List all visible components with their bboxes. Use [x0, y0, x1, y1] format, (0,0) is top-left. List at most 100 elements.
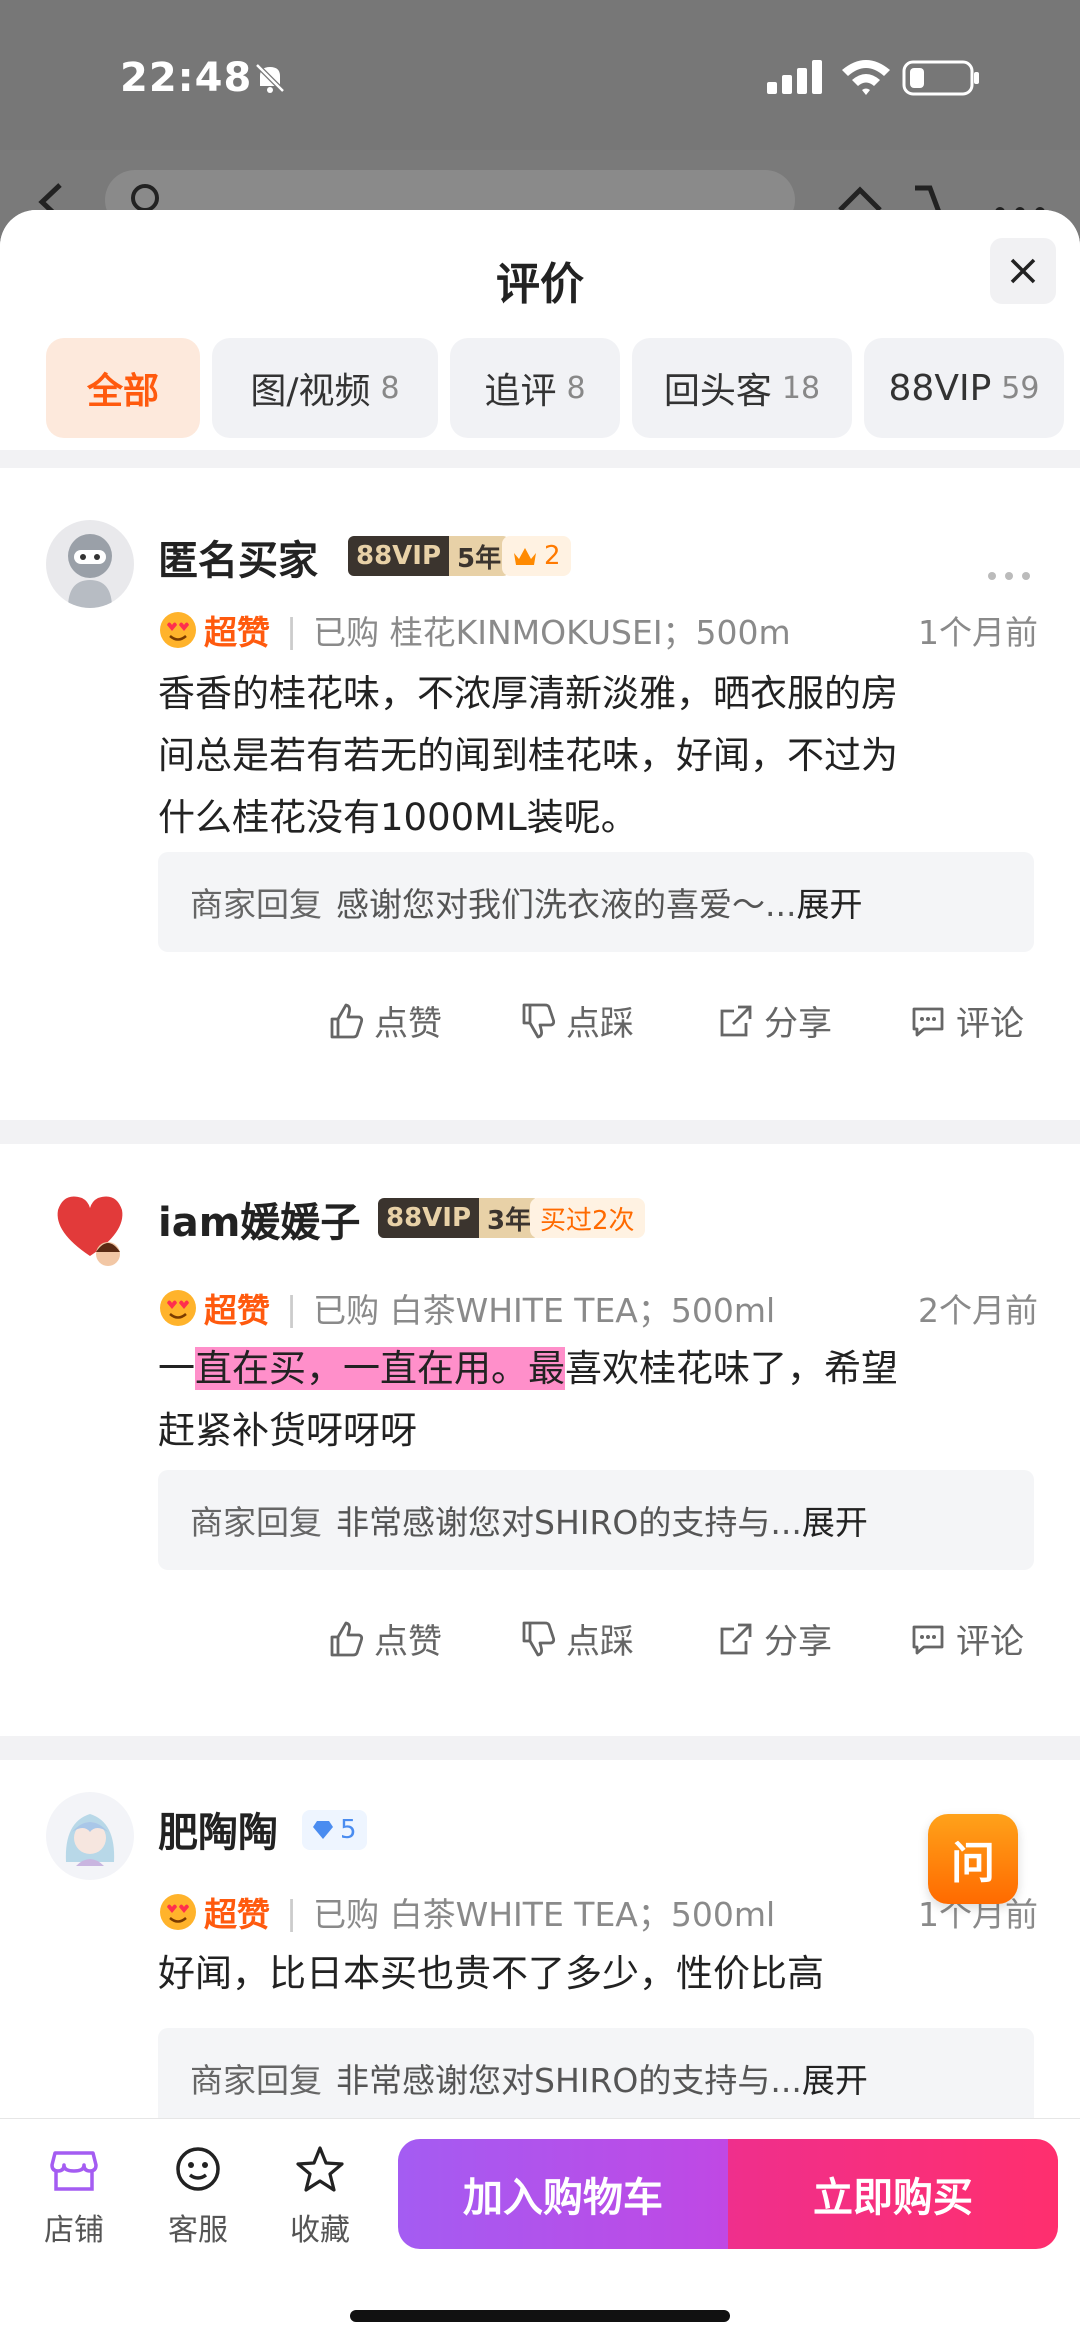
88vip-badge: 88VIP 5年	[348, 536, 510, 576]
share-button[interactable]: 分享	[716, 996, 832, 1045]
comment-label: 评论	[956, 1004, 1024, 1044]
heart-balloon-avatar-icon	[57, 1196, 123, 1266]
tab-follow-up[interactable]: 追评 8	[450, 338, 620, 438]
review-text-segment: 直在买，一直在用。	[195, 1347, 528, 1390]
vip-label: 88VIP	[378, 1198, 480, 1238]
purchased-spec: 已购 桂花KINMOKUSEI；500m	[313, 613, 791, 652]
smiley-chat-icon	[176, 2147, 220, 2191]
home-indicator[interactable]	[350, 2310, 730, 2322]
dislike-label: 点踩	[566, 1004, 634, 1044]
member-level-badge: 2	[502, 536, 571, 576]
like-label: 点赞	[374, 1622, 442, 1662]
reply-label: 商家回复	[190, 1503, 322, 1542]
review-text-segment: 喜欢桂花味了，希望	[565, 1347, 898, 1390]
love-face-icon	[160, 1894, 196, 1930]
sheet-header: 评价 全部 图/视频 8 追评 8 回头客 18 88VIP 59	[0, 210, 1080, 450]
like-button[interactable]: 点赞	[326, 996, 442, 1045]
repeat-label: 买过2次	[540, 1205, 635, 1236]
dislike-button[interactable]: 点踩	[518, 1614, 634, 1663]
purchased-spec: 已购 白茶WHITE TEA；500ml	[313, 1895, 776, 1934]
star-icon	[296, 2146, 344, 2192]
crown-icon	[514, 548, 536, 565]
favorite-button[interactable]: 收藏	[270, 2143, 370, 2249]
store-icon	[50, 2151, 98, 2191]
anonymous-avatar-icon	[68, 534, 112, 608]
add-to-cart-button[interactable]: 加入购物车	[398, 2139, 728, 2249]
add-to-cart-label: 加入购物车	[463, 2175, 663, 2221]
like-label: 点赞	[374, 1004, 442, 1044]
like-button[interactable]: 点赞	[326, 1614, 442, 1663]
gem-level: 5	[340, 1815, 357, 1845]
thumbs-up-icon	[330, 1003, 364, 1038]
diamond-icon	[313, 1821, 333, 1839]
member-level: 2	[544, 541, 561, 571]
share-label: 分享	[764, 1622, 832, 1662]
tab-label: 图/视频	[250, 371, 371, 412]
comment-button[interactable]: 评论	[908, 1614, 1024, 1663]
review-text-line: 香香的桂花味，不浓厚清新淡雅，晒衣服的房	[158, 672, 898, 715]
tab-88vip[interactable]: 88VIP 59	[864, 338, 1064, 438]
rating-label: 超赞	[204, 613, 270, 652]
review-text-line: 赶紧补货呀呀呀	[158, 1409, 417, 1452]
tab-count: 8	[380, 370, 400, 406]
wifi-icon	[842, 60, 890, 95]
reviews-sheet: 评价 全部 图/视频 8 追评 8 回头客 18 88VIP 59 匿名买家 8…	[0, 210, 1080, 2347]
review-text-line: 一直在买，一直在用。最喜欢桂花味了，希望	[158, 1338, 1038, 1400]
ask-label: 问	[951, 1838, 995, 1889]
divider: |	[286, 1288, 298, 1328]
expand-link[interactable]: 展开	[802, 1496, 868, 1544]
tab-photo-video[interactable]: 图/视频 8	[212, 338, 438, 438]
avatar[interactable]	[46, 1792, 134, 1880]
88vip-badge: 88VIP 3年	[378, 1198, 540, 1238]
tab-all[interactable]: 全部	[46, 338, 200, 438]
expand-link[interactable]: 展开	[802, 2054, 868, 2102]
tab-count: 59	[1001, 370, 1040, 406]
review-card: 匿名买家 88VIP 5年 2 超赞 | 已购 桂花KINMOKUSEI；500…	[0, 468, 1080, 1120]
merchant-reply[interactable]: 商家回复 非常感谢您对SHIRO的支持与... 展开	[158, 2028, 1034, 2128]
review-card: iam媛媛子 88VIP 3年 买过2次 超赞 | 已购 白茶WHITE TEA…	[0, 1144, 1080, 1736]
divider: |	[286, 610, 298, 650]
share-button[interactable]: 分享	[716, 1614, 832, 1663]
review-text-line: 间总是若有若无的闻到桂花味，好闻，不过为	[158, 734, 898, 777]
avatar[interactable]	[46, 520, 134, 608]
username[interactable]: iam媛媛子	[158, 1190, 360, 1248]
tab-count: 8	[566, 370, 586, 406]
comment-button[interactable]: 评论	[908, 996, 1024, 1045]
reply-label: 商家回复	[190, 2061, 322, 2100]
customer-service-button[interactable]: 客服	[148, 2143, 248, 2249]
merchant-reply[interactable]: 商家回复 非常感谢您对SHIRO的支持与... 展开	[158, 1470, 1034, 1570]
buy-now-label: 立即购买	[813, 2175, 973, 2221]
expand-link[interactable]: 展开	[796, 878, 862, 926]
username[interactable]: 匿名买家	[158, 528, 318, 586]
review-text-segment: 一	[158, 1347, 195, 1390]
share-label: 分享	[764, 1004, 832, 1044]
vip-label: 88VIP	[348, 536, 450, 576]
reply-text: 非常感谢您对SHIRO的支持与...	[336, 1503, 802, 1542]
username[interactable]: 肥陶陶	[158, 1800, 278, 1858]
purchased-spec: 已购 白茶WHITE TEA；500ml	[313, 1291, 776, 1330]
reply-label: 商家回复	[190, 885, 322, 924]
thumbs-down-icon	[522, 1621, 556, 1656]
gem-level-badge: 5	[302, 1810, 367, 1850]
store-button[interactable]: 店铺	[24, 2143, 124, 2249]
ask-question-button[interactable]: 问	[928, 1814, 1018, 1904]
rating-label: 超赞	[204, 1895, 270, 1934]
comment-label: 评论	[956, 1622, 1024, 1662]
dislike-button[interactable]: 点踩	[518, 996, 634, 1045]
close-icon	[1010, 258, 1036, 284]
more-options-icon[interactable]	[984, 568, 1034, 584]
close-button[interactable]	[990, 238, 1056, 304]
tab-repeat-buyer[interactable]: 回头客 18	[632, 338, 852, 438]
reply-text: 非常感谢您对SHIRO的支持与...	[336, 2061, 802, 2100]
rating-label: 超赞	[204, 1291, 270, 1330]
store-label: 店铺	[44, 2213, 104, 2248]
merchant-reply[interactable]: 商家回复 感谢您对我们洗衣液的喜爱～... 展开	[158, 852, 1034, 952]
avatar[interactable]	[46, 1184, 134, 1272]
review-text-line: 好闻，比日本买也贵不了多少，性价比高	[158, 1952, 824, 1995]
buy-now-button[interactable]: 立即购买	[728, 2139, 1058, 2249]
tab-label: 追评	[484, 371, 557, 412]
anime-avatar-icon	[65, 1814, 115, 1866]
tab-count: 18	[781, 370, 821, 406]
reply-text: 感谢您对我们洗衣液的喜爱～...	[336, 885, 797, 924]
review-time: 2个月前	[918, 1291, 1038, 1330]
